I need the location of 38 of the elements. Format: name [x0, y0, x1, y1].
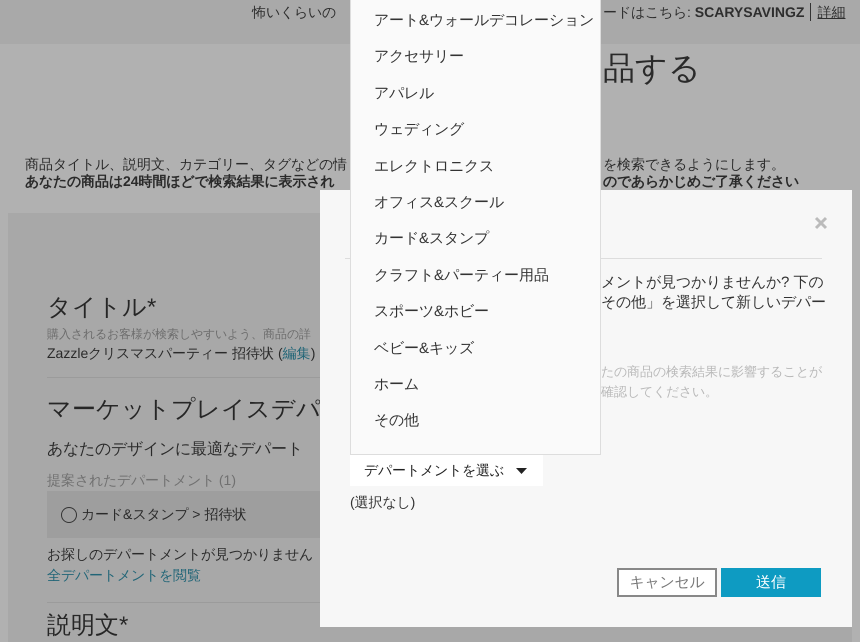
promo-code-text: ードはこちら: SCARYSAVINGZ — [603, 3, 804, 22]
cancel-button[interactable]: キャンセル — [617, 568, 717, 597]
department-select[interactable]: デパートメントを選ぶ — [350, 455, 543, 486]
menu-item[interactable]: アクセサリー — [351, 39, 600, 76]
intro-text: あなたの商品は24時間ほどで検索結果に表示され — [25, 173, 335, 189]
dialog-note: 確認してください。 — [601, 383, 718, 401]
dialog-note: たの商品の検索結果に影響することが — [601, 363, 822, 381]
menu-item[interactable]: アパレル — [351, 76, 600, 112]
menu-item[interactable]: エレクトロニクス — [351, 148, 600, 185]
field-label: タイトル* — [47, 293, 156, 323]
section-prompt: あなたのデザインに最適なデパート — [47, 440, 303, 460]
suggested-label: 提案されたデパートメント (1) — [47, 471, 236, 490]
details-link[interactable]: 詳細 — [817, 2, 846, 22]
section-heading: マーケットプレイスデパ — [47, 395, 321, 425]
menu-item[interactable]: ホーム — [351, 366, 600, 404]
not-found-text: お探しのデパートメントが見つかりません — [47, 545, 313, 564]
menu-item[interactable]: クラフト&パーティー用品 — [351, 258, 600, 294]
menu-item[interactable]: アート&ウォールデコレーション — [351, 3, 600, 40]
field-label: 説明文* — [47, 611, 128, 641]
field-hint: 購入されるお客様が検索しやすいよう、商品の詳 — [47, 326, 311, 343]
menu-item[interactable]: オフィス&スクール — [351, 184, 600, 222]
menu-item[interactable]: ベビー&キッズ — [351, 330, 600, 367]
menu-item[interactable]: カード&スタンプ — [351, 221, 600, 258]
intro-text: のであらかじめご了承ください — [603, 173, 799, 190]
menu-item[interactable]: その他 — [351, 403, 600, 440]
dialog-text: その他」を選択して新しいデパー — [601, 293, 826, 313]
radio-button[interactable] — [61, 506, 77, 522]
title-value: Zazzleクリスマスパーティー 招待状 (編集) — [47, 344, 316, 363]
option-label: カード&スタンプ > 招待状 — [81, 506, 246, 524]
intro-text: 商品タイトル、説明文、カテゴリー、タグなどの情 — [25, 156, 347, 172]
selection-text: (選択なし) — [350, 493, 416, 512]
caret-icon — [516, 468, 527, 474]
intro-text: を検索できるようにします。 — [603, 156, 785, 173]
dialog-text: メントが見つかりませんか? 下の — [601, 273, 824, 293]
menu-item[interactable]: スポーツ&ホビー — [351, 294, 600, 331]
menu-item[interactable]: ウェディング — [351, 112, 600, 149]
promo-text: 怖いくらいの — [252, 3, 336, 22]
page-title: 品する — [603, 49, 701, 88]
